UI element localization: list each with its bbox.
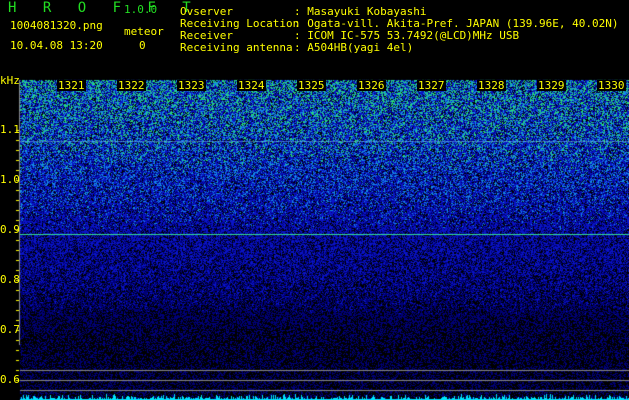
y-unit-label: kHz [0,74,20,87]
info-value: : A504HB(yagi 4el) [294,41,414,54]
x-tick-label: 1329 [537,79,566,92]
x-tick-label: 1325 [297,79,326,92]
x-tick-label: 1330 [597,79,626,92]
x-tick-label: 1326 [357,79,386,92]
y-tick-label: 0.9 [0,223,20,236]
y-tick-label: 1.0 [0,173,20,186]
x-tick-label: 1322 [117,79,146,92]
x-tick-label: 1323 [177,79,206,92]
y-tick-label: 0.7 [0,323,20,336]
y-tick-label: 0.8 [0,273,20,286]
meteor-label: meteor [124,25,164,38]
app-version: 1.0.0 [124,3,158,16]
info-label: Receiving antenna [180,41,293,54]
x-tick-label: 1327 [417,79,446,92]
x-tick-label: 1324 [237,79,266,92]
file-datetime: 10.04.08 13:20 [10,39,103,52]
spectrogram [0,78,629,400]
y-tick-label: 0.6 [0,373,20,386]
app-title: H R O F F T [8,0,200,16]
meteor-count: 0 [139,39,146,52]
file-name: 1004081320.png [10,19,103,32]
y-tick-label: 1.1 [0,123,20,136]
x-tick-label: 1321 [57,79,86,92]
x-tick-label: 1328 [477,79,506,92]
